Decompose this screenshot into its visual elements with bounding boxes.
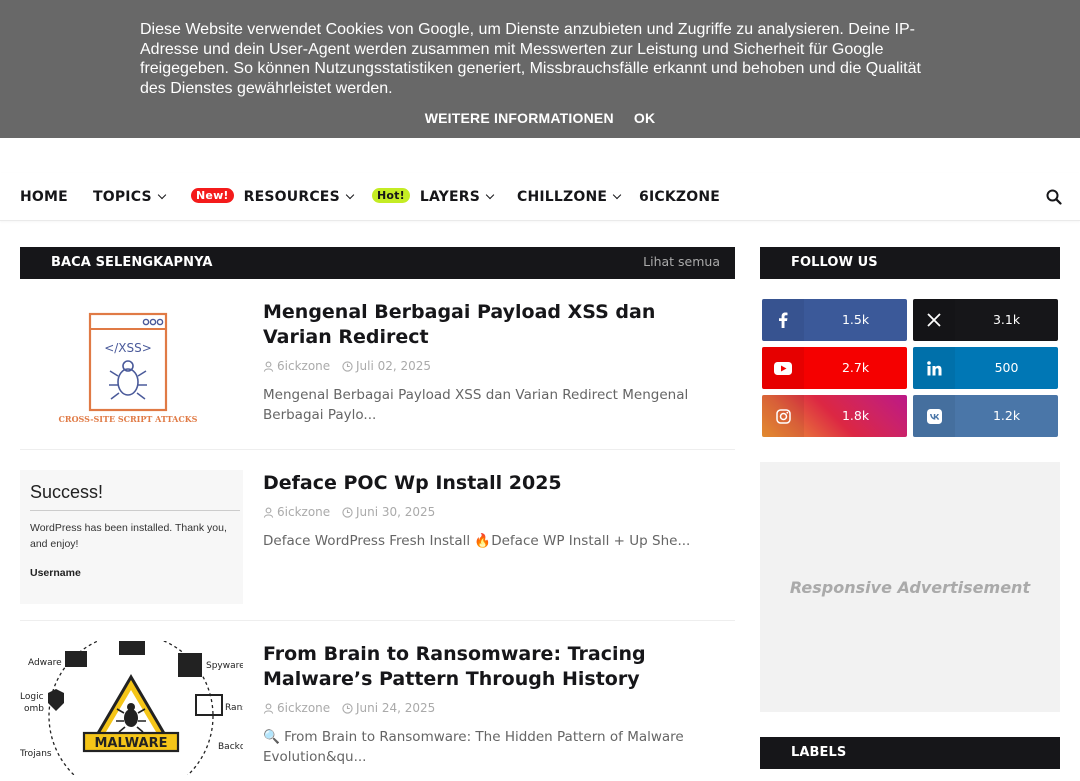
social-count: 1.8k xyxy=(841,408,870,423)
social-youtube[interactable]: 2.7k xyxy=(762,347,907,389)
post-snippet: Mengenal Berbagai Payload XSS dan Varian… xyxy=(263,387,689,423)
cookie-text: Diese Website verwendet Cookies von Goog… xyxy=(140,21,921,97)
thumb-tag: </XSS> xyxy=(104,341,152,355)
youtube-icon xyxy=(762,347,804,389)
thumb-center: MALWARE xyxy=(95,736,168,751)
post-date: Juli 02, 2025 xyxy=(355,359,432,373)
thumb-label: Username xyxy=(30,567,81,579)
thumb-label: Logic xyxy=(20,692,44,702)
advertisement[interactable]: Responsive Advertisement xyxy=(760,462,1060,712)
more-info-link[interactable]: WEITERE INFORMATIONEN xyxy=(425,110,614,126)
nav-label: TOPICS xyxy=(93,189,152,205)
post-item: MALWARE Adware Spyware Logic omb Rans Tr… xyxy=(20,641,735,781)
nav-label: 6ICKZONE xyxy=(639,189,721,205)
thumb-divider xyxy=(30,510,240,511)
user-icon xyxy=(263,703,274,714)
follow-header: FOLLOW US xyxy=(760,247,1060,279)
labels-title: LABELS xyxy=(791,745,847,760)
chevron-down-icon xyxy=(485,190,495,200)
nav-label: HOME xyxy=(20,189,68,205)
post-date: Juni 30, 2025 xyxy=(355,505,436,519)
clock-icon xyxy=(342,703,353,714)
nav-item-chillzone[interactable]: CHILLZONE xyxy=(517,173,622,221)
nav-item-6ickzone[interactable]: 6ICKZONE xyxy=(639,173,720,221)
new-badge: New! xyxy=(191,188,234,203)
cookie-actions: WEITERE INFORMATIONEN OK xyxy=(0,110,1080,126)
labels-header: LABELS xyxy=(760,737,1060,769)
thumb-title: Success! xyxy=(30,482,104,502)
post-snippet: 🔍 From Brain to Ransomware: The Hidden P… xyxy=(263,729,684,765)
nav-item-resources[interactable]: New! RESOURCES xyxy=(191,173,355,221)
post-thumbnail[interactable]: </XSS> CROSS-SITE SCRIPT ATTACKS xyxy=(20,299,243,433)
social-vk[interactable]: 1.2k xyxy=(913,395,1058,437)
thumb-label: omb xyxy=(24,704,44,714)
thumb-label: Backd xyxy=(218,742,243,752)
social-x[interactable]: 3.1k xyxy=(913,299,1058,341)
post-author[interactable]: 6ickzone xyxy=(277,505,330,519)
user-icon xyxy=(263,507,274,518)
post-title[interactable]: From Brain to Ransomware: Tracing Malwar… xyxy=(263,642,723,692)
cookie-banner: Diese Website verwendet Cookies von Goog… xyxy=(0,0,1080,138)
user-icon xyxy=(263,361,274,372)
view-all-link[interactable]: Lihat semua xyxy=(643,247,720,277)
thumb-caption: CROSS-SITE SCRIPT ATTACKS xyxy=(59,414,198,424)
thumb-text: WordPress has been installed. Thank you,… xyxy=(30,522,227,550)
thumb-label: Rans xyxy=(225,703,243,713)
chevron-down-icon xyxy=(157,190,166,200)
post-title[interactable]: Deface POC Wp Install 2025 xyxy=(263,471,723,496)
nav-label: RESOURCES xyxy=(243,189,340,205)
nav-item-home[interactable]: HOME xyxy=(20,173,68,221)
vk-icon xyxy=(913,395,955,437)
post-author[interactable]: 6ickzone xyxy=(277,701,330,715)
facebook-icon xyxy=(762,299,804,341)
post-title[interactable]: Mengenal Berbagai Payload XSS dan Varian… xyxy=(263,300,723,350)
nav-label: LAYERS xyxy=(419,189,481,205)
clock-icon xyxy=(342,361,353,372)
post-thumbnail[interactable]: Success! WordPress has been installed. T… xyxy=(20,470,243,604)
thumb-label: Spyware xyxy=(206,661,243,671)
post-meta: 6ickzone Juli 02, 2025 xyxy=(263,359,431,373)
post-author[interactable]: 6ickzone xyxy=(277,359,330,373)
x-twitter-icon xyxy=(913,299,955,341)
social-count: 3.1k xyxy=(992,312,1021,327)
post-date: Juni 24, 2025 xyxy=(355,701,436,715)
section-title: BACA SELENGKAPNYA xyxy=(51,255,213,270)
social-count: 2.7k xyxy=(841,360,870,375)
linkedin-icon xyxy=(913,347,955,389)
post-snippet: Deface WordPress Fresh Install 🔥Deface W… xyxy=(263,533,691,549)
clock-icon xyxy=(342,507,353,518)
thumb-label: Adware xyxy=(28,658,62,668)
thumb-label: Trojans xyxy=(20,749,52,759)
nav-item-topics[interactable]: TOPICS xyxy=(93,173,166,221)
social-count: 500 xyxy=(994,360,1019,375)
social-count: 1.5k xyxy=(841,312,870,327)
cookie-ok-button[interactable]: OK xyxy=(634,110,655,126)
social-instagram[interactable]: 1.8k xyxy=(762,395,907,437)
post-meta: 6ickzone Juni 30, 2025 xyxy=(263,505,435,519)
hot-badge: Hot! xyxy=(372,188,410,203)
post-meta: 6ickzone Juni 24, 2025 xyxy=(263,701,435,715)
nav-label: CHILLZONE xyxy=(517,189,608,205)
chevron-down-icon xyxy=(345,190,355,200)
post-thumbnail[interactable]: MALWARE Adware Spyware Logic omb Rans Tr… xyxy=(20,641,243,775)
main-nav: HOME TOPICS New! RESOURCES Hot! LAYERS CHI… xyxy=(0,173,1080,221)
nav-item-layers[interactable]: Hot! LAYERS xyxy=(372,173,495,221)
section-header: BACA SELENGKAPNYA Lihat semua xyxy=(20,247,735,279)
instagram-icon xyxy=(762,395,804,437)
follow-title: FOLLOW US xyxy=(791,255,878,270)
chevron-down-icon xyxy=(612,190,622,200)
post-item: Success! WordPress has been installed. T… xyxy=(20,470,735,621)
search-icon[interactable] xyxy=(1046,189,1062,205)
post-item: </XSS> CROSS-SITE SCRIPT ATTACKS Mengena… xyxy=(20,299,735,450)
social-linkedin[interactable]: 500 xyxy=(913,347,1058,389)
social-count: 1.2k xyxy=(992,408,1021,423)
social-facebook[interactable]: 1.5k xyxy=(762,299,907,341)
